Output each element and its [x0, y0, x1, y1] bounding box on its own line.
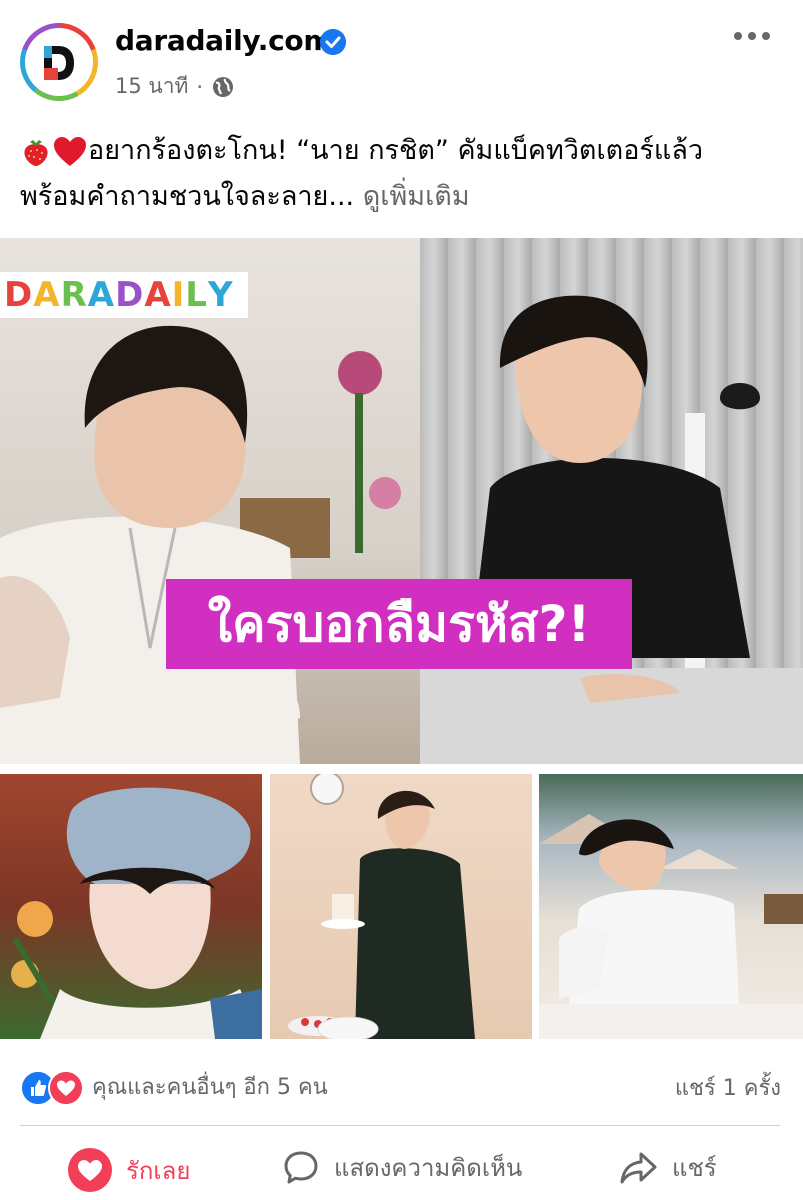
photo-thumbnail-1[interactable] — [0, 774, 262, 1039]
post-header: daradaily.com 15 นาที · — [0, 0, 803, 118]
comment-icon — [284, 1151, 318, 1183]
person-left-illustration — [0, 325, 401, 764]
watermark-letter: I — [171, 275, 186, 315]
love-icon — [68, 1148, 112, 1192]
watermark-letter: A — [87, 275, 116, 315]
photo-thumbnail-3[interactable] — [539, 774, 803, 1039]
reactions-summary[interactable]: คุณและคนอื่นๆ อีก 5 คน — [20, 1062, 780, 1110]
verified-badge-icon — [320, 29, 346, 55]
post-text-line1-content: อยากร้องตะโกน! “นาย กรชิต” คัมแบ็คทวิตเต… — [88, 135, 704, 166]
love-button-label: รักเลย — [126, 1156, 191, 1185]
daradaily-watermark: DARADAILY — [0, 272, 248, 318]
post-actions: รักเลย แสดงความคิดเห็น แชร์ — [0, 1140, 803, 1200]
watermark-letter: Y — [207, 275, 234, 315]
post-text-line1: อยากร้องตะโกน! “นาย กรชิต” คัมแบ็คทวิตเต… — [20, 128, 790, 174]
person-thumb2-illustration — [288, 774, 475, 1039]
reaction-icons — [20, 1068, 84, 1106]
comment-button-label: แสดงความคิดเห็น — [334, 1154, 523, 1182]
page-name[interactable]: daradaily.com — [115, 24, 333, 57]
love-reaction-icon — [48, 1070, 84, 1106]
post-text-line2-content: พร้อมคำถามชวนใจละลาย... — [20, 181, 355, 212]
globe-icon — [213, 76, 234, 97]
main-photo[interactable]: DARADAILY ใครบอกลืมรหัส?! — [0, 238, 803, 764]
watermark-letter: D — [4, 275, 34, 315]
person-right-illustration — [420, 295, 803, 764]
watermark-letter: L — [185, 275, 208, 315]
more-dots-icon[interactable] — [733, 28, 771, 44]
post-meta: 15 นาที · — [115, 70, 235, 103]
strawberry-emoji — [24, 139, 48, 166]
watermark-letter: D — [115, 275, 145, 315]
share-button-label: แชร์ — [672, 1154, 717, 1182]
watermark-letter: A — [144, 275, 172, 315]
meta-separator: · — [196, 74, 204, 99]
watermark-letter: R — [60, 275, 88, 315]
action-divider — [20, 1125, 780, 1126]
logo-d-icon — [44, 46, 74, 80]
comment-button[interactable]: แสดงความคิดเห็น — [282, 1148, 522, 1187]
photo-headline: ใครบอกลืมรหัส?! — [166, 579, 632, 669]
share-arrow-icon — [620, 1152, 657, 1183]
share-button[interactable]: แชร์ — [618, 1148, 717, 1187]
page-avatar[interactable] — [20, 23, 98, 101]
post-time[interactable]: 15 นาที — [115, 70, 188, 103]
love-button[interactable]: รักเลย — [68, 1148, 190, 1192]
share-count[interactable]: แชร์ 1 ครั้ง — [675, 1070, 781, 1105]
red-heart-emoji — [54, 136, 86, 166]
photo-thumbnail-2[interactable] — [270, 774, 532, 1039]
reaction-summary-text: คุณและคนอื่นๆ อีก 5 คน — [92, 1074, 328, 1100]
post-text: อยากร้องตะโกน! “นาย กรชิต” คัมแบ็คทวิตเต… — [20, 128, 790, 220]
see-more-link[interactable]: ดูเพิ่มเติม — [363, 181, 470, 212]
person-thumb3-illustration — [539, 814, 803, 1039]
post-text-line2: พร้อมคำถามชวนใจละลาย... ดูเพิ่มเติม — [20, 174, 790, 220]
person-thumb1-illustration — [11, 787, 262, 1039]
watermark-letter: A — [33, 275, 61, 315]
